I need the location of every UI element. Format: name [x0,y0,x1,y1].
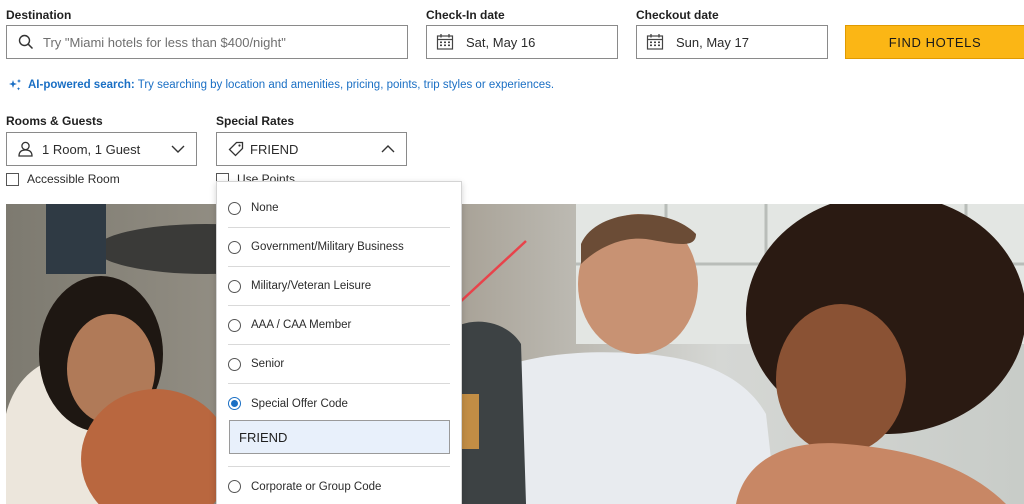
annotation-arrow [343,240,527,410]
rate-option-label: Military/Veteran Leisure [251,280,372,292]
rate-option-special-offer[interactable]: Special Offer Code [228,384,450,423]
radio-button[interactable] [228,240,241,254]
radio-button[interactable] [228,201,241,215]
rate-option-label: AAA / CAA Member [251,319,352,331]
radio-button-selected[interactable] [228,397,241,410]
rate-option-label: Government/Military Business [251,241,404,253]
rate-option-label: Senior [251,358,285,370]
radio-button[interactable] [228,357,241,371]
rate-option-aaa-caa[interactable]: AAA / CAA Member [228,306,450,345]
radio-button[interactable] [228,318,241,332]
radio-button[interactable] [228,279,241,293]
special-offer-code-input[interactable]: FRIEND [229,420,450,454]
rate-option-corporate-group[interactable]: Corporate or Group Code [228,467,450,504]
rate-option-none[interactable]: None [228,189,450,228]
rate-option-government[interactable]: Government/Military Business [228,228,450,267]
radio-button[interactable] [228,480,241,493]
rate-option-military-veteran[interactable]: Military/Veteran Leisure [228,267,450,306]
special-rates-dropdown: None Government/Military Business Milita… [216,181,462,504]
rate-option-senior[interactable]: Senior [228,345,450,384]
rate-option-label: Corporate or Group Code [251,480,382,493]
rate-option-label: Special Offer Code [251,397,348,410]
rate-option-label: None [251,202,279,214]
